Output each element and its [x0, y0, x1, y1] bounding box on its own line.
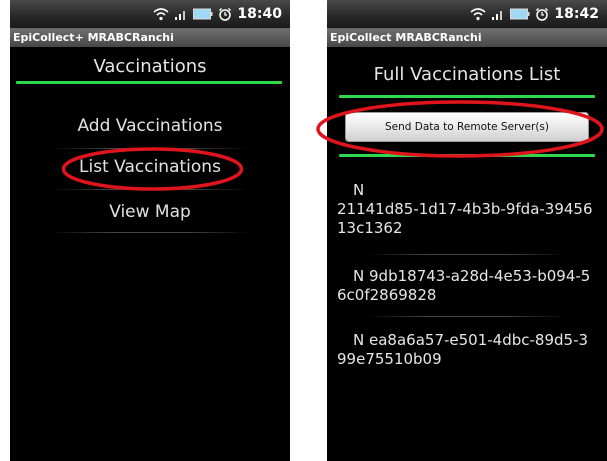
heading-divider	[16, 81, 282, 84]
record-divider	[367, 254, 567, 255]
status-icons: 18:40	[153, 5, 282, 23]
button-divider	[339, 154, 595, 157]
signal-icon	[491, 7, 505, 21]
record-prefix: N	[353, 331, 365, 349]
vaccinations-menu-screen: 18:40 EpiCollect+ MRABCRanchi Vaccinatio…	[10, 0, 290, 461]
vaccination-record[interactable]: N ea8a6a57-e501-4dbc-89d5-399e75510b09	[337, 331, 595, 369]
add-vaccinations-menu-item[interactable]: Add Vaccinations	[10, 116, 290, 136]
record-divider	[367, 316, 567, 317]
app-title: EpiCollect MRABCRanchi	[327, 29, 607, 47]
vaccination-record[interactable]: N 9db18743-a28d-4e53-b094-56c0f2869828	[337, 267, 595, 305]
battery-icon	[510, 8, 530, 20]
wifi-icon	[470, 7, 486, 21]
record-id: 21141d85-1d17-4b3b-9fda-3945613c1362	[337, 200, 593, 237]
app-title: EpiCollect+ MRABCRanchi	[10, 29, 290, 47]
record-id: 9db18743-a28d-4e53-b094-56c0f2869828	[337, 267, 591, 304]
vaccination-record[interactable]: N 21141d85-1d17-4b3b-9fda-3945613c1362	[337, 181, 595, 238]
send-data-button[interactable]: Send Data to Remote Server(s)	[345, 112, 589, 142]
list-vaccinations-menu-item[interactable]: List Vaccinations	[10, 157, 290, 177]
alarm-clock-icon	[535, 7, 549, 21]
screen-heading: Vaccinations	[93, 56, 207, 77]
alarm-clock-icon	[218, 7, 232, 21]
record-prefix: N	[353, 267, 365, 285]
view-map-menu-item[interactable]: View Map	[10, 202, 290, 222]
heading-divider	[339, 95, 595, 98]
menu-divider	[50, 189, 250, 190]
status-time: 18:40	[237, 6, 282, 22]
wifi-icon	[153, 7, 169, 21]
menu-divider	[50, 232, 250, 233]
screen-heading: Full Vaccinations List	[373, 64, 561, 85]
status-icons: 18:42	[470, 5, 599, 23]
status-time: 18:42	[554, 6, 599, 22]
battery-icon	[193, 8, 213, 20]
record-prefix: N	[353, 181, 365, 199]
status-bar: 18:40	[10, 0, 290, 29]
record-id: ea8a6a57-e501-4dbc-89d5-399e75510b09	[337, 331, 589, 368]
signal-icon	[174, 7, 188, 21]
menu-divider	[50, 148, 250, 149]
full-vaccinations-list-screen: 18:42 EpiCollect MRABCRanchi Full Vaccin…	[327, 0, 607, 461]
status-bar: 18:42	[327, 0, 607, 29]
